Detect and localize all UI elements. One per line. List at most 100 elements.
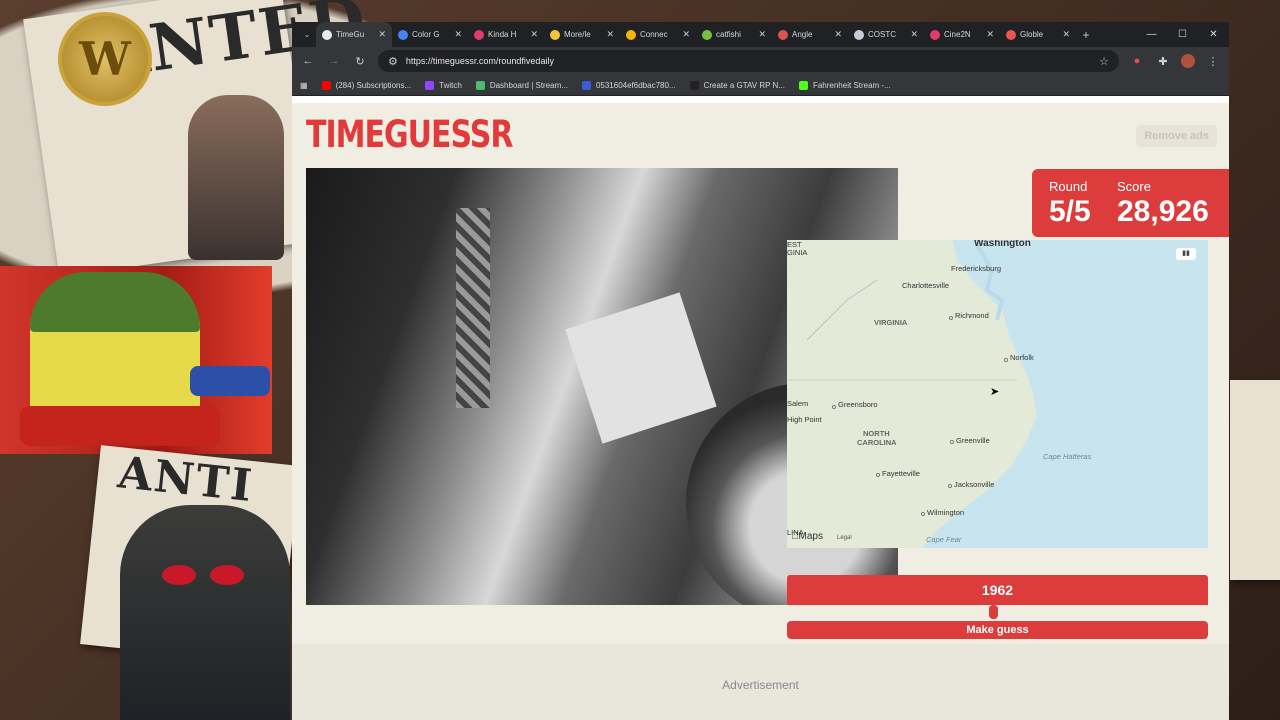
score-label: Score: [1117, 179, 1151, 194]
tab-title: Cine2N: [944, 30, 971, 39]
tab-favicon-icon: [550, 29, 560, 40]
bookmark-label: Fahrenheit Stream -...: [812, 80, 891, 90]
bookmark-item[interactable]: Twitch: [425, 80, 462, 90]
bookmark-item[interactable]: 0531604ef6dbac780...: [581, 80, 676, 90]
guess-map[interactable]: ⤡ ⤢ ↤ ▮▮ EST GINIA Washington Fredericks…: [787, 240, 1208, 548]
tab-close-icon[interactable]: ✕: [834, 29, 842, 40]
tab-favicon-icon: [854, 29, 864, 40]
tab-close-icon[interactable]: ✕: [530, 29, 538, 40]
bookmarks-bar: ▦ (284) Subscriptions... Twitch Dashboard …: [292, 75, 1229, 96]
tab-close-icon[interactable]: ✕: [682, 29, 690, 40]
bookmark-label: Twitch: [439, 80, 462, 90]
tab-title: COSTC: [868, 30, 896, 39]
poster-right: [1230, 380, 1280, 580]
bookmark-label: Dashboard | Stream...: [489, 80, 568, 90]
tab-search-icon[interactable]: ⌄: [298, 30, 316, 39]
apps-grid-icon[interactable]: ▦: [300, 81, 308, 90]
browser-tab[interactable]: Globle ✕: [1000, 22, 1076, 47]
bookmark-label: Create a GTAV RP N...: [703, 80, 785, 90]
bookmark-item[interactable]: Create a GTAV RP N...: [689, 80, 785, 90]
extensions-puzzle-icon[interactable]: ✚: [1155, 55, 1171, 68]
map-label-norfolk: Norfolk: [1010, 353, 1034, 362]
tab-title: Kinda H: [488, 30, 517, 39]
map-label-virginia: VIRGINIA: [874, 318, 908, 327]
bookmark-star-icon[interactable]: ☆: [1099, 55, 1109, 68]
year-display: 1962: [787, 575, 1208, 605]
tab-close-icon[interactable]: ✕: [986, 29, 994, 40]
map-label-fayetteville: Fayetteville: [882, 469, 920, 478]
bookmark-favicon-icon: [689, 80, 699, 90]
tab-close-icon[interactable]: ✕: [378, 29, 386, 40]
tab-favicon-icon: [322, 29, 332, 40]
map-label-wilmington: Wilmington: [927, 508, 965, 517]
address-bar[interactable]: ⚙ https://timeguessr.com/roundfivedaily …: [378, 50, 1119, 72]
tab-favicon-icon: [778, 29, 788, 40]
profile-avatar-icon[interactable]: [1181, 54, 1195, 68]
w-logo-badge: W: [58, 12, 152, 106]
tab-bar: ⌄ TimeGu ✕ Color G ✕ Kinda H ✕ More/le ✕ Connec ✕…: [292, 22, 1229, 47]
bookmark-favicon-icon: [425, 80, 435, 90]
make-guess-button[interactable]: Make guess: [787, 621, 1208, 639]
browser-tab[interactable]: Kinda H ✕: [468, 22, 544, 47]
bookmark-item[interactable]: Fahrenheit Stream -...: [798, 80, 891, 90]
browser-tab[interactable]: Cine2N ✕: [924, 22, 1000, 47]
new-tab-button[interactable]: +: [1076, 28, 1096, 42]
tab-close-icon[interactable]: ✕: [454, 29, 462, 40]
close-window-icon[interactable]: ✕: [1198, 29, 1229, 40]
map-label-salem: Salem: [787, 399, 809, 408]
bookmark-favicon-icon: [798, 80, 808, 90]
browser-window: ⌄ TimeGu ✕ Color G ✕ Kinda H ✕ More/le ✕ Connec ✕…: [292, 22, 1229, 720]
extension-badge-icon[interactable]: ●: [1129, 55, 1145, 67]
browser-tab[interactable]: catfishi ✕: [696, 22, 772, 47]
map-label-carolina: CAROLINA: [857, 438, 897, 447]
apple-maps-logo: Maps: [791, 531, 823, 542]
tab-title: Connec: [640, 30, 668, 39]
url-text[interactable]: https://timeguessr.com/roundfivedaily: [406, 56, 1091, 66]
site-info-icon[interactable]: ⚙: [388, 55, 398, 68]
tab-favicon-icon: [398, 29, 408, 40]
year-slider-thumb[interactable]: [989, 605, 998, 619]
browser-tab[interactable]: Connec ✕: [620, 22, 696, 47]
maximize-icon[interactable]: ☐: [1167, 29, 1198, 40]
bookmark-favicon-icon: [321, 80, 331, 90]
bookmark-item[interactable]: (284) Subscriptions...: [321, 80, 411, 90]
tab-favicon-icon: [702, 29, 712, 40]
browser-tab[interactable]: More/le ✕: [544, 22, 620, 47]
tab-title: Color G: [412, 30, 440, 39]
round-label: Round: [1049, 179, 1088, 194]
site-logo[interactable]: TIMEGUESSR: [306, 113, 513, 157]
tab-close-icon[interactable]: ✕: [1062, 29, 1070, 40]
map-legal-link[interactable]: Legal: [837, 535, 852, 541]
bookmark-item[interactable]: Dashboard | Stream...: [475, 80, 568, 90]
advertisement-label: Advertisement: [722, 678, 799, 692]
browser-tab[interactable]: Color G ✕: [392, 22, 468, 47]
map-label-edge-top2: GINIA: [787, 248, 808, 257]
round-score-panel: Round 5/5 Score 28,926: [1032, 169, 1229, 237]
tab-close-icon[interactable]: ✕: [606, 29, 614, 40]
round-value: 5/5: [1049, 195, 1091, 228]
map-label-greenville: Greenville: [956, 436, 990, 445]
tab-close-icon[interactable]: ✕: [758, 29, 766, 40]
browser-tab[interactable]: COSTC ✕: [848, 22, 924, 47]
score-value: 28,926: [1117, 195, 1209, 228]
tab-favicon-icon: [626, 29, 636, 40]
back-arrow-icon[interactable]: ←: [300, 55, 316, 67]
menu-kebab-icon[interactable]: ⋮: [1205, 55, 1221, 68]
tab-favicon-icon: [1006, 29, 1016, 40]
minimize-icon[interactable]: —: [1136, 29, 1167, 40]
map-label-richmond: Richmond: [955, 311, 989, 320]
map-layer-toggle-icon[interactable]: ▮▮: [1176, 248, 1196, 260]
bookmark-label: 0531604ef6dbac780...: [595, 80, 676, 90]
tab-close-icon[interactable]: ✕: [910, 29, 918, 40]
reload-icon[interactable]: ↻: [352, 55, 368, 68]
map-label-washington: Washington: [974, 240, 1031, 249]
browser-tab[interactable]: TimeGu ✕: [316, 22, 392, 47]
browser-toolbar: ← → ↻ ⚙ https://timeguessr.com/roundfive…: [292, 47, 1229, 75]
browser-tab[interactable]: Angle ✕: [772, 22, 848, 47]
mouse-cursor-icon: ➤: [990, 386, 1000, 398]
remove-ads-button[interactable]: Remove ads: [1136, 125, 1217, 147]
tab-title: Globle: [1020, 30, 1044, 39]
forward-arrow-icon[interactable]: →: [326, 55, 342, 67]
year-slider[interactable]: [787, 605, 1208, 619]
bookmark-favicon-icon: [581, 80, 591, 90]
